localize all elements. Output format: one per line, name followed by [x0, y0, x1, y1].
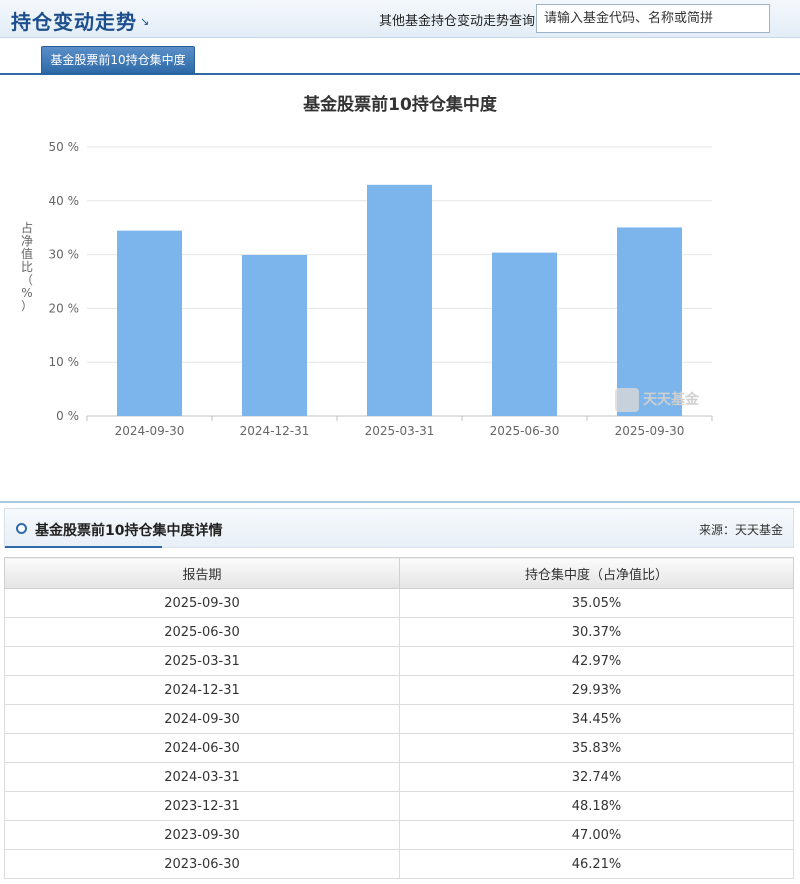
report-date-cell: 2024-12-31	[4, 675, 400, 705]
column-header: 报告期	[4, 557, 400, 589]
x-tick-label: 2025-06-30	[490, 424, 560, 438]
concentration-cell: 34.45%	[399, 704, 794, 734]
header-bar: 持仓变动走势 ↘ 其他基金持仓变动走势查询:	[0, 0, 800, 38]
concentration-cell: 46.21%	[399, 849, 794, 879]
section-divider	[0, 501, 800, 503]
y-tick-label: 0 %	[56, 409, 79, 423]
watermark-logo-icon	[615, 388, 639, 412]
detail-header: 基金股票前10持仓集中度详情 来源：天天基金	[4, 508, 794, 548]
bar	[492, 252, 557, 416]
bar	[367, 184, 432, 416]
arrow-down-right-icon[interactable]: ↘	[140, 15, 149, 28]
concentration-cell: 29.93%	[399, 675, 794, 705]
report-date-cell: 2025-09-30	[4, 588, 400, 618]
x-tick-label: 2024-09-30	[115, 424, 185, 438]
circle-bullet-icon	[16, 523, 27, 534]
bar	[242, 254, 307, 416]
x-tick-label: 2024-12-31	[240, 424, 310, 438]
y-tick-label: 50 %	[49, 140, 80, 154]
concentration-cell: 35.05%	[399, 588, 794, 618]
table-row: 2023-12-31 48.18%	[4, 791, 794, 821]
y-tick-label: 10 %	[49, 355, 80, 369]
table-row: 2025-06-30 30.37%	[4, 617, 794, 647]
concentration-cell: 42.97%	[399, 646, 794, 676]
concentration-cell: 48.18%	[399, 791, 794, 821]
page-title: 持仓变动走势	[11, 10, 137, 34]
bar	[617, 227, 682, 416]
header-underline	[5, 546, 162, 548]
query-label: 其他基金持仓变动走势查询:	[379, 14, 540, 29]
report-date-cell: 2023-09-30	[4, 820, 400, 850]
table-row: 2024-09-30 34.45%	[4, 704, 794, 734]
x-tick-label: 2025-03-31	[365, 424, 435, 438]
y-tick-label: 20 %	[49, 301, 80, 315]
report-date-cell: 2023-12-31	[4, 791, 400, 821]
fund-search-input[interactable]	[536, 4, 770, 33]
watermark-text: 天天基金	[643, 391, 700, 408]
table-header-row: 报告期 持仓集中度（占净值比）	[4, 557, 794, 589]
report-date-cell: 2024-03-31	[4, 762, 400, 792]
tab-strip: 基金股票前10持仓集中度	[0, 38, 800, 75]
table-row: 2025-09-30 35.05%	[4, 588, 794, 618]
report-date-cell: 2024-06-30	[4, 733, 400, 763]
table-row: 2023-06-30 46.21%	[4, 849, 794, 879]
concentration-cell: 35.83%	[399, 733, 794, 763]
y-tick-label: 30 %	[49, 248, 80, 262]
table-row: 2024-03-31 32.74%	[4, 762, 794, 792]
report-date-cell: 2023-06-30	[4, 849, 400, 879]
detail-title: 基金股票前10持仓集中度详情	[35, 523, 223, 539]
x-tick-label: 2025-09-30	[615, 424, 685, 438]
source-label: 来源：天天基金	[698, 523, 783, 537]
chart-title: 基金股票前10持仓集中度	[303, 95, 497, 115]
concentration-cell: 32.74%	[399, 762, 794, 792]
table-row: 2025-03-31 42.97%	[4, 646, 794, 676]
table-row: 2024-12-31 29.93%	[4, 675, 794, 705]
tab-top10-concentration[interactable]: 基金股票前10持仓集中度	[41, 46, 195, 74]
column-header: 持仓集中度（占净值比）	[399, 557, 794, 589]
table-row: 2023-09-30 47.00%	[4, 820, 794, 850]
bar-chart: 0 % 10 % 20 % 30 % 40 % 50 % 2024-09-30 2024-12…	[49, 140, 713, 438]
table-row: 2024-06-30 35.83%	[4, 733, 794, 763]
concentration-cell: 47.00%	[399, 820, 794, 850]
y-tick-label: 40 %	[49, 194, 80, 208]
bar	[117, 230, 182, 416]
report-date-cell: 2025-03-31	[4, 646, 400, 676]
report-date-cell: 2024-09-30	[4, 704, 400, 734]
report-date-cell: 2025-06-30	[4, 617, 400, 647]
detail-table: 报告期 持仓集中度（占净值比） 2025-09-30 35.05% 2025-06-…	[4, 557, 794, 879]
concentration-cell: 30.37%	[399, 617, 794, 647]
